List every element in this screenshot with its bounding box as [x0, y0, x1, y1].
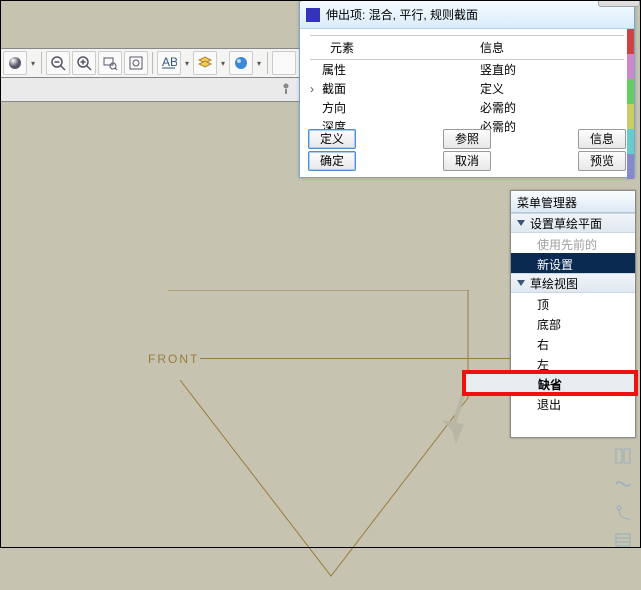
- element-cell: 属性: [322, 63, 346, 77]
- define-button[interactable]: 定义: [308, 129, 356, 149]
- feature-dialog: 伸出项: 混合, 平行, 规则截面 x 元素 属性 ›截面 方向 深度 信息 竖…: [299, 0, 635, 178]
- section-sketch-view[interactable]: 草绘视图: [511, 273, 635, 293]
- dialog-edge-colorbar: [627, 29, 634, 179]
- table-row[interactable]: 方向: [310, 98, 480, 117]
- dialog-app-icon: [306, 8, 320, 22]
- menu-item-new-setup[interactable]: 新设置: [511, 253, 635, 273]
- annotation-icon[interactable]: AB: [157, 51, 181, 75]
- info-button[interactable]: 信息: [578, 129, 626, 149]
- zoom-in-icon[interactable]: [72, 51, 96, 75]
- element-cell: 方向: [322, 101, 346, 115]
- datum-plane-icon[interactable]: [611, 444, 635, 468]
- secondary-toolbar: [0, 78, 305, 102]
- main-toolbar: ▾ AB ▾ ▾ ▾: [0, 48, 305, 78]
- menu-item-left[interactable]: 左: [511, 353, 635, 373]
- element-cell: 截面: [322, 82, 346, 96]
- chevron-down-icon: [517, 220, 525, 226]
- menu-item-default[interactable]: 缺省: [465, 373, 635, 393]
- layers-icon[interactable]: [193, 51, 217, 75]
- menu-item-quit[interactable]: 退出: [511, 393, 635, 413]
- chevron-down-icon: [517, 280, 525, 286]
- menu-manager-title[interactable]: 菜单管理器: [511, 191, 635, 213]
- dialog-title: 伸出项: 混合, 平行, 规则截面: [326, 6, 628, 23]
- menu-item-use-previous: 使用先前的: [511, 233, 635, 253]
- menu-item-top[interactable]: 顶: [511, 293, 635, 313]
- toolbar-knob-icon[interactable]: [280, 82, 292, 94]
- svg-text:AB: AB: [162, 55, 177, 69]
- datum-point-icon[interactable]: [611, 528, 635, 552]
- ok-button[interactable]: 确定: [308, 151, 356, 171]
- extra-tool-icon[interactable]: [272, 51, 296, 75]
- preview-button[interactable]: 预览: [578, 151, 626, 171]
- dialog-button-row: 定义 参照 信息 确定 取消 预览: [308, 127, 626, 171]
- zoom-window-icon[interactable]: [98, 51, 122, 75]
- dropdown-icon[interactable]: ▾: [219, 51, 227, 75]
- sketch-profile: [168, 290, 488, 590]
- menu-item-right[interactable]: 右: [511, 333, 635, 353]
- info-cell: 竖直的: [480, 60, 624, 79]
- sphere-tool-icon[interactable]: [3, 51, 27, 75]
- refit-icon[interactable]: [124, 51, 148, 75]
- menu-manager-panel: 菜单管理器 设置草绘平面 使用先前的 新设置 草绘视图 顶 底部 右 左 缺省 …: [510, 190, 636, 438]
- dropdown-icon[interactable]: ▾: [29, 51, 37, 75]
- dropdown-icon[interactable]: ▾: [183, 51, 191, 75]
- menu-item-bottom[interactable]: 底部: [511, 313, 635, 333]
- datum-curve-icon[interactable]: [611, 500, 635, 524]
- datum-axis-icon[interactable]: [611, 472, 635, 496]
- reference-button[interactable]: 参照: [443, 129, 491, 149]
- table-row[interactable]: 属性: [310, 60, 480, 79]
- zoom-out-icon[interactable]: [46, 51, 70, 75]
- appearance-icon[interactable]: [229, 51, 253, 75]
- close-icon[interactable]: x: [598, 0, 640, 7]
- dropdown-icon[interactable]: ▾: [255, 51, 263, 75]
- info-cell: 定义: [480, 79, 624, 98]
- column-header-info: 信息: [480, 35, 624, 60]
- dialog-titlebar[interactable]: 伸出项: 混合, 平行, 规则截面: [300, 1, 634, 29]
- table-row[interactable]: ›截面: [310, 79, 480, 98]
- cancel-button[interactable]: 取消: [443, 151, 491, 171]
- column-header-element: 元素: [310, 35, 480, 60]
- section-label: 草绘视图: [530, 275, 578, 292]
- info-cell: 必需的: [480, 98, 624, 117]
- section-label: 设置草绘平面: [530, 215, 602, 232]
- right-icon-strip: [611, 444, 637, 552]
- section-set-sketch-plane[interactable]: 设置草绘平面: [511, 213, 635, 233]
- dialog-body: 元素 属性 ›截面 方向 深度 信息 竖直的 定义 必需的 必需的: [300, 29, 634, 142]
